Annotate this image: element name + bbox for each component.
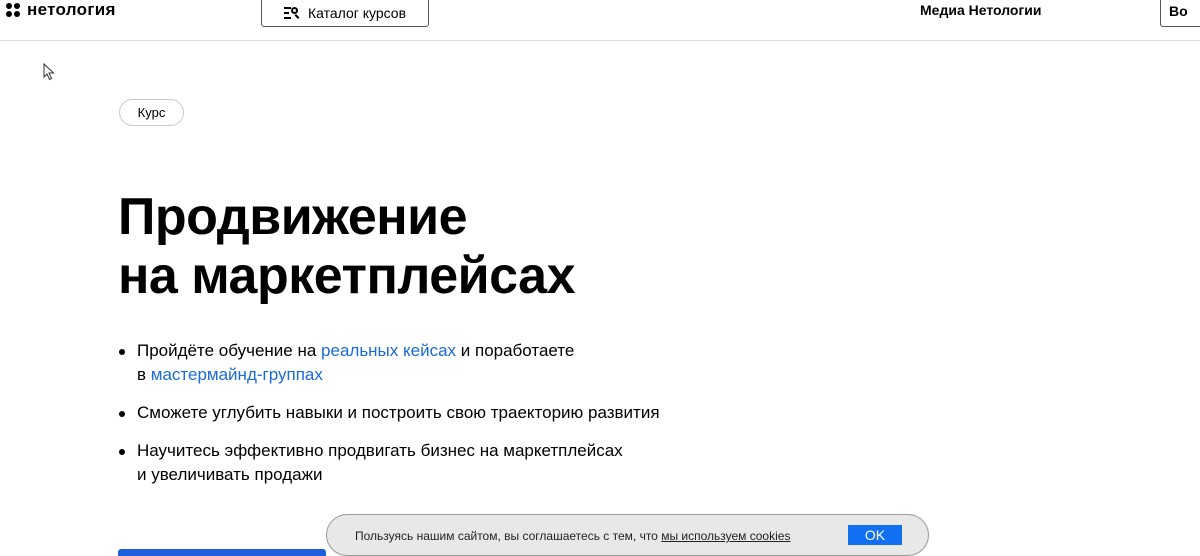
cookie-ok-button[interactable]: OK bbox=[848, 525, 902, 545]
mouse-cursor-icon bbox=[43, 63, 55, 81]
page-title: Продвижение на маркетплейсах bbox=[118, 188, 576, 306]
signup-button[interactable] bbox=[118, 549, 326, 556]
bullet-text: и поработаете bbox=[456, 341, 575, 360]
bullet-text: и увеличивать продажи bbox=[137, 465, 323, 484]
course-badge: Курс bbox=[119, 99, 184, 126]
cookie-text: Пользуясь нашим сайтом, вы соглашаетесь … bbox=[355, 529, 790, 543]
catalog-button[interactable]: Каталог курсов bbox=[261, 0, 429, 27]
list-item: Научитесь эффективно продвигать бизнес н… bbox=[118, 439, 738, 487]
list-item: Пройдёте обучение на реальных кейсах и п… bbox=[118, 339, 738, 387]
bullet-text: Сможете углубить навыки и построить свою… bbox=[137, 403, 660, 422]
cookie-message: Пользуясь нашим сайтом, вы соглашаетесь … bbox=[355, 529, 662, 543]
bullet-text: Научитесь эффективно продвигать бизнес н… bbox=[137, 441, 623, 460]
mastermind-groups-link[interactable]: мастермайнд-группах bbox=[151, 365, 323, 384]
title-line-2: на маркетплейсах bbox=[118, 247, 576, 305]
feature-list: Пройдёте обучение на реальных кейсах и п… bbox=[118, 339, 738, 501]
logo-text: нетология bbox=[27, 0, 116, 19]
login-button[interactable]: Во bbox=[1160, 0, 1200, 27]
media-link[interactable]: Медиа Нетологии bbox=[920, 2, 1042, 18]
title-line-1: Продвижение bbox=[118, 188, 468, 246]
site-header: нетология Каталог курсов Медиа Нетологии… bbox=[0, 0, 1200, 41]
logo-icon bbox=[6, 3, 20, 17]
cookie-banner: Пользуясь нашим сайтом, вы соглашаетесь … bbox=[326, 514, 929, 556]
real-cases-link[interactable]: реальных кейсах bbox=[321, 341, 456, 360]
list-item: Сможете углубить навыки и построить свою… bbox=[118, 401, 738, 425]
catalog-search-icon bbox=[283, 6, 300, 19]
bullet-text: в bbox=[137, 365, 151, 384]
cookie-policy-link[interactable]: мы используем cookies bbox=[661, 529, 790, 543]
logo[interactable]: нетология bbox=[6, 0, 116, 20]
catalog-button-label: Каталог курсов bbox=[307, 4, 407, 21]
bullet-text: Пройдёте обучение на bbox=[137, 341, 322, 360]
